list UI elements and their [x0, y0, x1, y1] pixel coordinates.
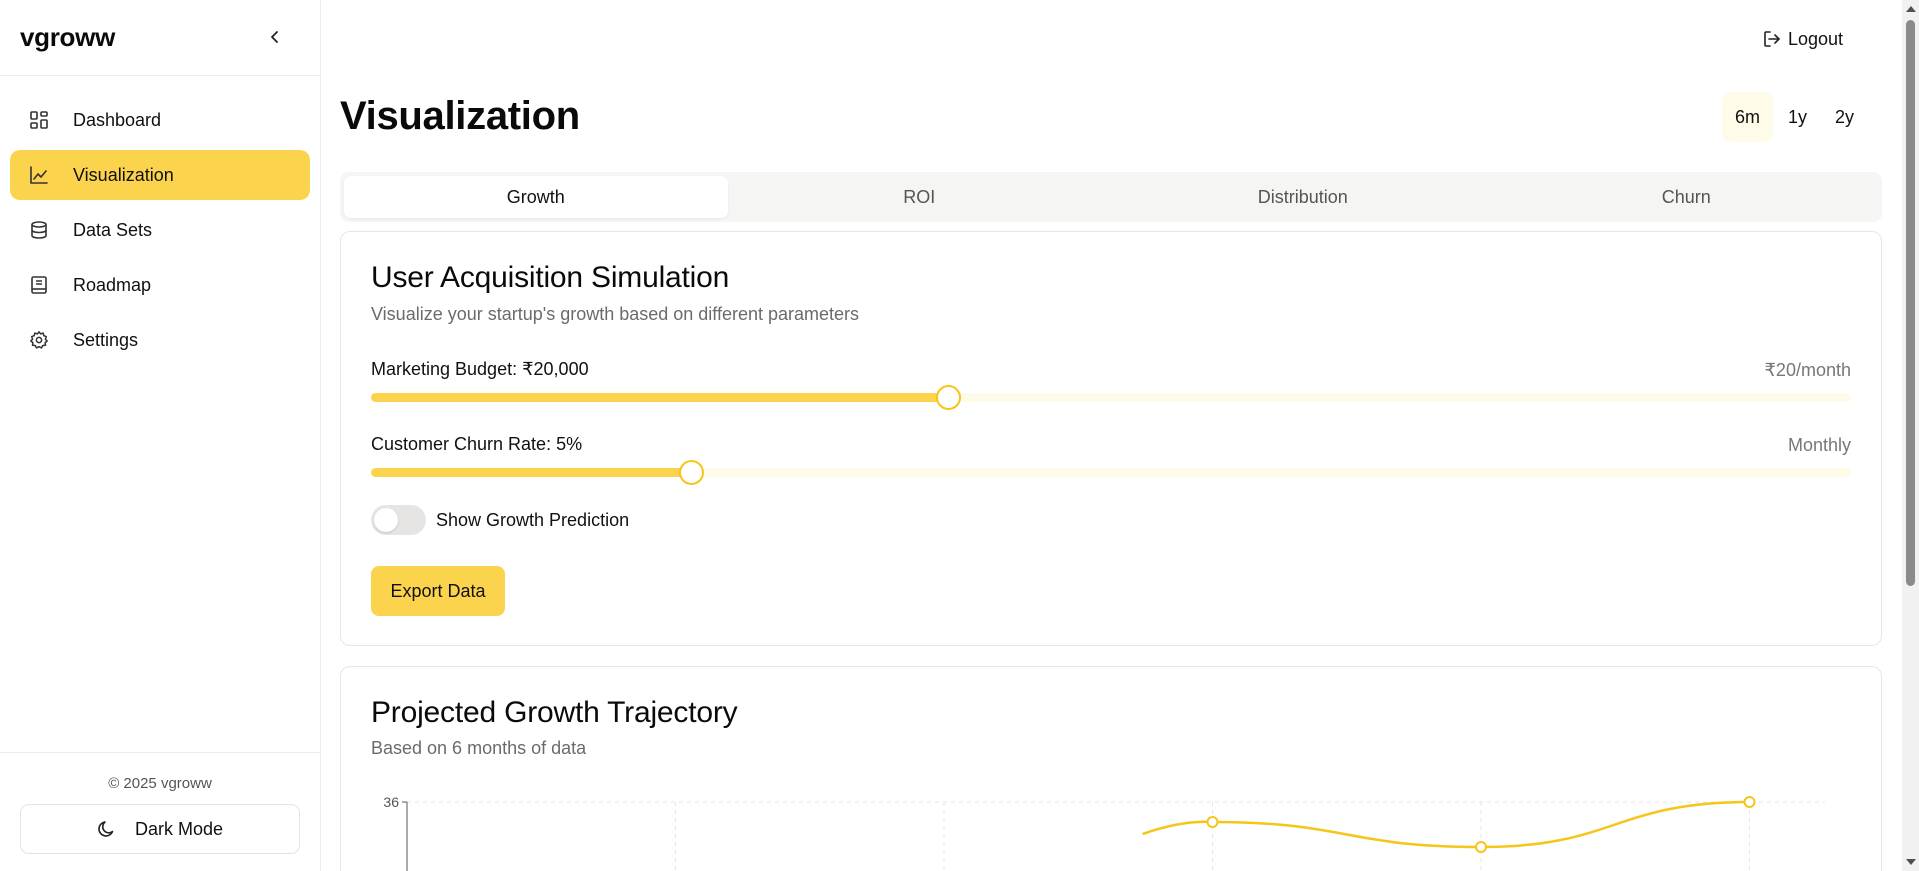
- sidebar-header: vgroww: [0, 0, 320, 76]
- slider-thumb[interactable]: [678, 460, 704, 485]
- line-chart-icon: [28, 164, 50, 186]
- range-2y-button[interactable]: 2y: [1822, 92, 1867, 142]
- page-scrollbar[interactable]: [1902, 0, 1919, 871]
- tab-roi[interactable]: ROI: [728, 176, 1112, 218]
- sidebar-item-dashboard[interactable]: Dashboard: [10, 95, 310, 145]
- marketing-budget-label: Marketing Budget: ₹20,000: [371, 359, 589, 379]
- growth-prediction-label: Show Growth Prediction: [436, 509, 630, 530]
- brand-logo[interactable]: vgroww: [20, 22, 115, 53]
- dark-mode-button[interactable]: Dark Mode: [20, 804, 300, 854]
- scroll-thumb[interactable]: [1906, 20, 1915, 586]
- visualization-tabs: Growth ROI Distribution Churn: [340, 172, 1882, 222]
- growth-prediction-toggle[interactable]: [371, 505, 426, 535]
- tab-churn[interactable]: Churn: [1495, 176, 1879, 218]
- slider-fill: [371, 393, 949, 402]
- logout-label: Logout: [1788, 28, 1844, 49]
- sidebar-footer: © 2025 vgroww Dark Mode: [0, 752, 320, 871]
- growth-prediction-toggle-row[interactable]: Show Growth Prediction: [371, 505, 629, 535]
- gear-icon: [28, 329, 50, 351]
- time-range-selector: 6m 1y 2y: [1722, 92, 1869, 142]
- tab-growth[interactable]: Growth: [344, 176, 728, 218]
- sidebar-item-data-sets[interactable]: Data Sets: [10, 205, 310, 255]
- churn-rate-label: Customer Churn Rate: 5%: [371, 434, 583, 454]
- y-tick-label: 36: [383, 794, 399, 810]
- export-data-button[interactable]: Export Data: [371, 566, 505, 616]
- simulation-card: User Acquisition Simulation Visualize yo…: [340, 231, 1882, 646]
- logout-icon: [1762, 29, 1782, 49]
- growth-chart: 36: [383, 794, 1825, 871]
- collapse-sidebar-button[interactable]: [262, 24, 288, 50]
- sidebar-item-roadmap[interactable]: Roadmap: [10, 260, 310, 310]
- sidebar-item-label: Dashboard: [73, 109, 162, 130]
- sidebar-item-settings[interactable]: Settings: [10, 315, 310, 365]
- projection-card: Projected Growth Trajectory Based on 6 m…: [340, 666, 1882, 871]
- page-title: Visualization: [340, 94, 580, 138]
- sidebar-item-label: Data Sets: [73, 219, 153, 240]
- toggle-knob: [374, 508, 398, 532]
- sidebar-item-label: Roadmap: [73, 274, 152, 295]
- sidebar-nav: Dashboard Visualization Data Sets Roadma…: [10, 95, 310, 370]
- scroll-down-arrow-icon[interactable]: [1906, 859, 1916, 865]
- dashboard-grid-icon: [28, 109, 50, 131]
- sidebar-item-visualization[interactable]: Visualization: [10, 150, 310, 200]
- sidebar-item-label: Settings: [73, 329, 139, 350]
- moon-icon: [97, 819, 117, 839]
- dark-mode-label: Dark Mode: [134, 818, 224, 839]
- book-icon: [28, 274, 50, 296]
- simulation-subtitle: Visualize your startup's growth based on…: [371, 304, 860, 324]
- growth-series-line: [1142, 800, 1750, 849]
- chevron-left-icon: [271, 31, 278, 43]
- scroll-up-arrow-icon[interactable]: [1906, 6, 1916, 12]
- churn-rate-slider[interactable]: [371, 460, 1851, 485]
- range-1y-button[interactable]: 1y: [1775, 92, 1820, 142]
- sidebar: vgroww Dashboard Visualization Data Sets: [0, 0, 321, 871]
- growth-data-point: [1206, 816, 1219, 828]
- slider-thumb[interactable]: [936, 385, 962, 410]
- marketing-budget-slider[interactable]: [371, 385, 1851, 410]
- logout-button[interactable]: Logout: [1762, 24, 1843, 54]
- marketing-budget-note: ₹20/month: [1764, 360, 1851, 380]
- slider-fill: [371, 468, 691, 477]
- simulation-title: User Acquisition Simulation: [371, 261, 730, 294]
- sidebar-item-label: Visualization: [73, 164, 174, 185]
- growth-data-point: [1475, 841, 1487, 853]
- growth-data-point: [1743, 796, 1756, 808]
- copyright-text: © 2025 vgroww: [108, 775, 212, 792]
- range-6m-button[interactable]: 6m: [1722, 92, 1774, 142]
- churn-rate-note: Monthly: [1787, 435, 1851, 455]
- database-icon: [28, 219, 50, 241]
- tab-distribution[interactable]: Distribution: [1111, 176, 1495, 218]
